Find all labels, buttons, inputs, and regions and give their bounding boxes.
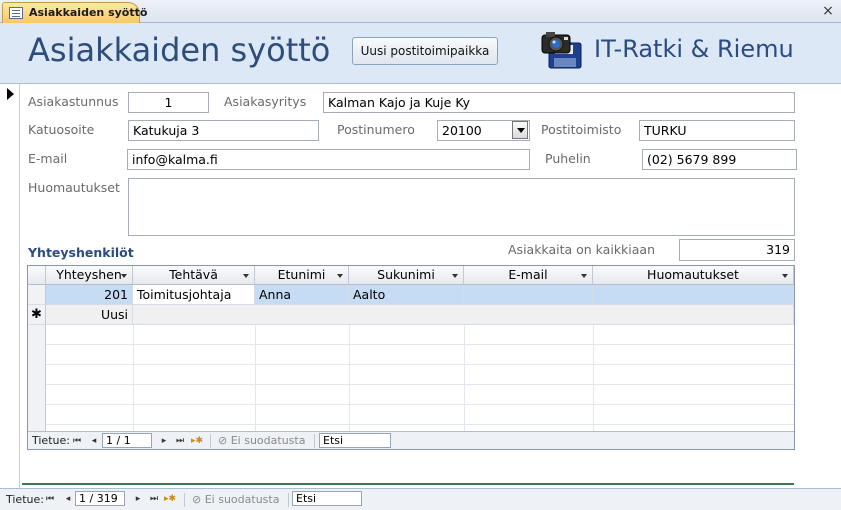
separator: [314, 434, 315, 448]
company-name: IT-Ratki & Riemu: [594, 35, 794, 63]
contacts-datasheet: Yhteyshen Tehtävä Etunimi Sukunimi E-mai…: [27, 265, 795, 450]
table-row-tehtava-cell[interactable]: Toimitusjohtaja: [133, 285, 255, 305]
next-record-icon[interactable]: ▸: [158, 434, 170, 448]
camera-floppy-logo-icon: [541, 32, 582, 69]
table-row-email-cell[interactable]: [464, 285, 593, 305]
new-postal-office-button[interactable]: Uusi postitoimipaikka: [352, 37, 498, 65]
empty-grid: [46, 325, 794, 431]
table-row-sukunimi-cell[interactable]: Aalto: [349, 285, 464, 305]
column-header-sukunimi[interactable]: Sukunimi: [349, 266, 464, 285]
tab-asiakkaiden-syotto[interactable]: Asiakkaiden syöttö: [2, 2, 147, 23]
new-row-marker-icon[interactable]: ✱: [28, 305, 46, 325]
grid-line: [464, 325, 465, 431]
last-record-icon[interactable]: ⏭: [174, 434, 186, 448]
tab-label: Asiakkaiden syöttö: [29, 6, 148, 19]
subform-record-position[interactable]: 1 / 1: [102, 433, 152, 448]
katuosoite-label: Katuosoite: [28, 122, 95, 137]
puhelin-label: Puhelin: [545, 151, 591, 166]
huomautukset-label: Huomautukset: [28, 180, 120, 195]
subform-filter-label: Ei suodatusta: [230, 434, 306, 447]
main-new-record-icon[interactable]: ▸✱: [164, 492, 176, 506]
puhelin-field[interactable]: (02) 5679 899: [642, 149, 797, 170]
table-row-etunimi-cell[interactable]: Anna: [255, 285, 349, 305]
new-record-icon[interactable]: ▸✱: [191, 434, 203, 448]
column-header-etunimi[interactable]: Etunimi: [255, 266, 349, 285]
previous-record-icon[interactable]: ◂: [88, 434, 100, 448]
page-title: Asiakkaiden syöttö: [28, 31, 331, 69]
table-row-huomautukset-cell[interactable]: [593, 285, 794, 305]
separator: [210, 434, 211, 448]
row-selector[interactable]: [28, 285, 46, 305]
total-label: Asiakkaita on kaikkiaan: [508, 242, 656, 257]
main-nav-bar: Tietue: ⏮ ◂ 1 / 319 ▸ ⏭ ▸✱ ⊘ Ei suodatus…: [0, 488, 841, 510]
close-icon[interactable]: ×: [820, 3, 836, 19]
main-filter-status[interactable]: ⊘ Ei suodatusta: [192, 493, 279, 506]
main-last-record-icon[interactable]: ⏭: [148, 492, 160, 506]
email-field[interactable]: info@kalma.fi: [127, 149, 530, 170]
column-header-huomautukset[interactable]: Huomautukset: [593, 266, 794, 285]
huomautukset-field[interactable]: [128, 178, 795, 236]
new-row-cells[interactable]: [133, 305, 794, 325]
table-row-id-cell[interactable]: 201: [46, 285, 133, 305]
subform-filter-status[interactable]: ⊘ Ei suodatusta: [218, 434, 305, 447]
total-field[interactable]: 319: [679, 239, 795, 261]
main-previous-record-icon[interactable]: ◂: [62, 492, 74, 506]
row-selector-column: [28, 325, 46, 431]
main-filter-label: Ei suodatusta: [204, 493, 280, 506]
asiakasyritys-label: Asiakasyritys: [224, 94, 307, 109]
postitoimisto-field[interactable]: TURKU: [639, 120, 795, 141]
grid-line: [255, 325, 256, 431]
separator: [288, 493, 289, 507]
current-record-arrow-icon: [7, 88, 14, 100]
postitoimisto-label: Postitoimisto: [541, 122, 622, 137]
column-header-yhteyshen[interactable]: Yhteyshen: [46, 266, 133, 285]
first-record-icon[interactable]: ⏮: [71, 434, 83, 448]
column-header-tehtava[interactable]: Tehtävä: [133, 266, 255, 285]
record-selector[interactable]: [0, 84, 20, 488]
subform-nav-label: Tietue:: [32, 434, 70, 447]
postinumero-dropdown-icon[interactable]: [512, 121, 528, 139]
main-record-position[interactable]: 1 / 319: [75, 491, 125, 506]
subform-title: Yhteyshenkilöt: [28, 245, 134, 260]
document-tab-bar: Asiakkaiden syöttö ×: [0, 0, 841, 23]
separator: [184, 493, 185, 507]
postinumero-label: Postinumero: [337, 122, 415, 137]
email-label: E-mail: [28, 151, 68, 166]
select-all-corner[interactable]: [28, 266, 46, 285]
main-first-record-icon[interactable]: ⏮: [44, 492, 56, 506]
main-nav-label: Tietue:: [6, 493, 44, 506]
postinumero-value: 20100: [442, 123, 482, 138]
column-header-email[interactable]: E-mail: [464, 266, 593, 285]
main-next-record-icon[interactable]: ▸: [132, 492, 144, 506]
asiakastunnus-label: Asiakastunnus: [28, 94, 119, 109]
asiakasyritys-field[interactable]: Kalman Kajo ja Kuje Ky: [323, 92, 795, 113]
grid-line: [593, 325, 594, 431]
main-search-input[interactable]: Etsi: [292, 491, 362, 506]
form-icon: [9, 7, 23, 19]
asiakastunnus-field[interactable]: 1: [128, 92, 209, 113]
subform-nav-bar: Tietue: ⏮ ◂ 1 / 1 ▸ ⏭ ▸✱ ⊘ Ei suodatusta…: [28, 431, 794, 449]
form-footer-line: [22, 483, 794, 485]
grid-line: [349, 325, 350, 431]
new-row-id-cell[interactable]: Uusi: [46, 305, 133, 325]
form-header: Asiakkaiden syöttö Uusi postitoimipaikka…: [0, 23, 841, 84]
subform-search-input[interactable]: Etsi: [319, 433, 391, 448]
grid-line: [133, 325, 134, 431]
katuosoite-field[interactable]: Katukuja 3: [128, 120, 319, 141]
